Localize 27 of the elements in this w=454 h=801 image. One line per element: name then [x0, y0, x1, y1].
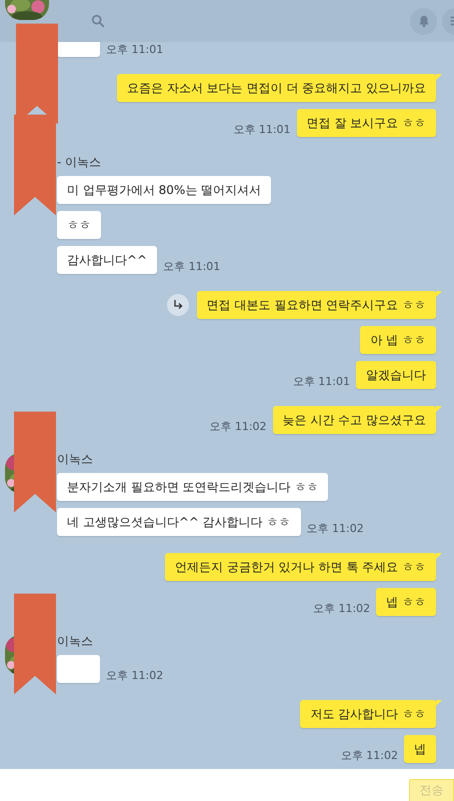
message-bubble: 넵 ㅎㅎ	[376, 588, 436, 616]
message-bubble: 미 업무평가에서 80%는 떨어지셔서	[57, 176, 272, 204]
sender-name: 이녹스	[57, 451, 93, 468]
message-bubble: 저도 감사합니다 ㅎㅎ	[300, 700, 436, 728]
message-bubble: 감사합니다^^	[57, 246, 158, 274]
timestamp: 오후 11:02	[312, 601, 370, 616]
message-bubble: 요즘은 자소서 보다는 면접이 더 중요해지고 있으니까요	[117, 74, 436, 102]
timestamp: 오후 11:01	[292, 374, 350, 389]
message-bubble: ㅎㅎ	[57, 211, 101, 239]
timestamp: 오후 11:02	[209, 419, 267, 434]
message-bubble: 언제든지 궁금한거 있거나 하면 톡 주세요 ㅎㅎ	[165, 553, 436, 581]
timestamp: 오후 11:01	[233, 122, 291, 137]
sender-name: - 이녹스	[57, 154, 102, 171]
message-bubble: 아 넵 ㅎㅎ	[360, 326, 436, 354]
message-bubble: 면접 잘 보시구요 ㅎㅎ	[296, 109, 436, 137]
message-bubble: 알겠습니다	[356, 361, 436, 389]
message-bubble: 면접 대본도 필요하면 연락주시구요 ㅎㅎ	[196, 291, 436, 319]
timestamp: 오후 11:01	[106, 42, 164, 57]
sender-name: 이녹스	[57, 633, 93, 650]
timestamp: 오후 11:02	[340, 748, 398, 763]
message-bubble: 분자기소개 필요하면 또연락드리겟습니다 ㅎㅎ	[57, 473, 328, 501]
message-bubble: 늦은 시간 수고 많으셨구요	[272, 406, 436, 434]
message-bubble: 넵	[404, 735, 436, 763]
timestamp: 오후 11:02	[106, 668, 164, 683]
message-bubble: 네 고생많으셧습니다^^ 감사합니다 ㅎㅎ	[57, 508, 301, 536]
timestamp: 오후 11:01	[163, 259, 220, 274]
timestamp: 오후 11:02	[306, 521, 364, 536]
